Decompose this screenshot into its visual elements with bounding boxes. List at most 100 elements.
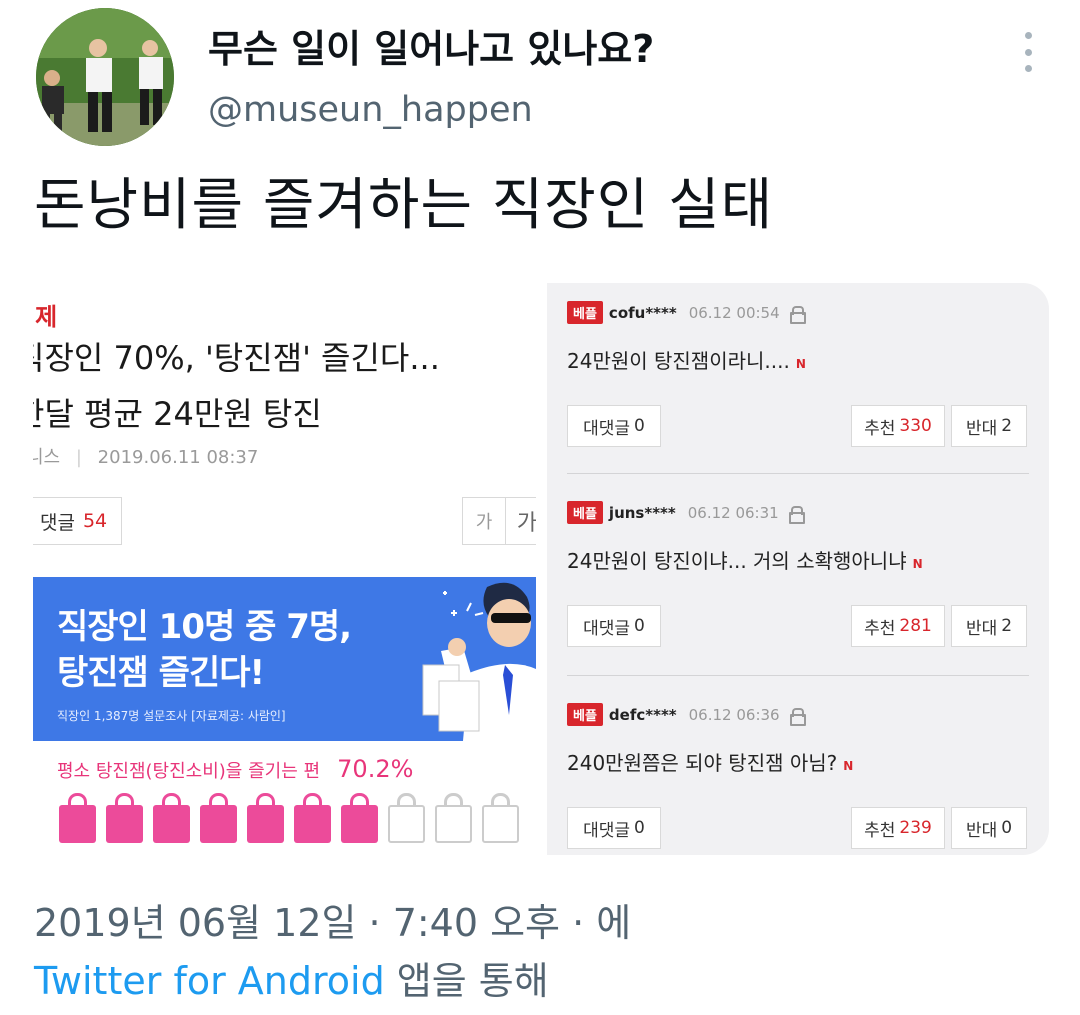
shopping-bag-icon: [153, 793, 190, 843]
font-small-button: 가: [462, 497, 506, 545]
comment-text-content: 240만원쯤은 되야 탕진잼 아님?: [567, 751, 838, 775]
comment-header: 베플 cofu**** 06.12 00:54: [567, 301, 806, 324]
tweet-text: 돈낭비를 즐겨하는 직장인 실태: [34, 173, 774, 238]
bag-body: [435, 805, 472, 843]
reply-count: 0: [634, 416, 645, 436]
reply-button: 대댓글 0: [567, 807, 661, 849]
shopping-bag-icon: [106, 793, 143, 843]
bag-body: [153, 805, 190, 843]
new-mark: N: [843, 759, 854, 773]
font-large-button: 가: [505, 497, 536, 545]
media-image-article[interactable]: 경제 직장인 70%, '탕진잼' 즐긴다... 한달 평균 24만원 탕진 니…: [33, 283, 536, 855]
bag-pictogram: [59, 793, 519, 843]
best-badge: 베플: [567, 501, 603, 524]
banner-source: 직장인 1,387명 설문조사 [자료제공: 사람인]: [57, 709, 286, 723]
article-date: 2019.06.11 08:37: [97, 447, 259, 468]
lock-icon: [789, 707, 806, 726]
bag-body: [200, 805, 237, 843]
more-vertical-icon[interactable]: [1018, 32, 1038, 72]
shopping-bag-icon: [59, 793, 96, 843]
downvote-button: 반대 0: [951, 807, 1027, 849]
dot: [1024, 65, 1032, 72]
tweet-media[interactable]: 경제 직장인 70%, '탕진잼' 즐긴다... 한달 평균 24만원 탕진 니…: [33, 283, 1049, 855]
bag-body: [106, 805, 143, 843]
reply-button: 대댓글 0: [567, 405, 661, 447]
source-suffix: 앱을 통해: [384, 959, 549, 1003]
comment-text: 24만원이 탕진잼이라니.... N: [567, 345, 806, 374]
user-handle[interactable]: @museun_happen: [208, 90, 533, 130]
stat-row: 평소 탕진잼(탕진소비)을 즐기는 편 70.2%: [57, 755, 413, 783]
reply-label: 대댓글: [583, 820, 631, 841]
source-app-link[interactable]: Twitter for Android: [34, 959, 385, 1003]
bag-body: [482, 805, 519, 843]
lock-icon: [788, 505, 805, 524]
tweet-timestamp[interactable]: 2019년 06월 12일 · 7:40 오후 · 에: [34, 892, 631, 947]
upvote-button: 추천 281: [851, 605, 945, 647]
comment-text: 24만원이 탕진이냐... 거의 소확행아니냐 N: [567, 545, 923, 574]
comment-time: 06.12 06:31: [687, 503, 779, 522]
reply-button: 대댓글 0: [567, 605, 661, 647]
downvote-count: 2: [1001, 616, 1013, 636]
downvote-button: 반대 2: [951, 405, 1027, 447]
comment-text: 240만원쯤은 되야 탕진잼 아님? N: [567, 747, 853, 776]
bag-body: [341, 805, 378, 843]
bag-body: [59, 805, 96, 843]
downvote-count: 0: [1001, 818, 1013, 838]
comment-user: defc****: [608, 705, 677, 724]
article-comment-button: 댓글 54: [33, 497, 122, 545]
shopping-bag-icon: [341, 793, 378, 843]
article-category: 경제: [33, 303, 58, 331]
comment-user: cofu****: [608, 303, 677, 322]
reply-count: 0: [634, 818, 645, 838]
comment-label: 댓글: [40, 511, 75, 534]
banner-headline-line2: 탕진잼 즐긴다!: [57, 653, 265, 693]
upvote-button: 추천 239: [851, 807, 945, 849]
stat-value: 70.2%: [337, 755, 414, 783]
shopping-bag-icon: [294, 793, 331, 843]
downvote-label: 반대: [965, 418, 998, 439]
avatar[interactable]: [36, 8, 174, 146]
upvote-count: 330: [899, 416, 932, 436]
reply-label: 대댓글: [583, 418, 631, 439]
banner-headline-line1: 직장인 10명 중 7명,: [57, 607, 352, 647]
dot: [1024, 32, 1032, 39]
comment-header: 베플 juns**** 06.12 06:31: [567, 501, 805, 524]
best-badge: 베플: [567, 301, 603, 324]
reply-count: 0: [634, 616, 645, 636]
comment-divider: [567, 473, 1029, 474]
comment-header: 베플 defc**** 06.12 06:36: [567, 703, 806, 726]
downvote-label: 반대: [965, 618, 998, 639]
downvote-button: 반대 2: [951, 605, 1027, 647]
stat-label: 평소 탕진잼(탕진소비)을 즐기는 편: [57, 761, 321, 782]
new-mark: N: [912, 557, 923, 571]
shopping-bag-icon: [388, 793, 425, 843]
avatar-photo: [36, 8, 174, 146]
upvote-count: 239: [899, 818, 932, 838]
media-image-comments[interactable]: 베플 cofu**** 06.12 00:54 24만원이 탕진잼이라니....…: [547, 283, 1049, 855]
upvote-label: 추천: [864, 820, 896, 841]
tweet-source: Twitter for Android 앱을 통해: [34, 950, 549, 1005]
upvote-label: 추천: [864, 418, 896, 439]
article-source: 니스: [33, 447, 61, 468]
display-name[interactable]: 무슨 일이 일어나고 있나요?: [208, 18, 654, 73]
infographic-banner: 직장인 10명 중 7명, 탕진잼 즐긴다! 직장인 1,387명 설문조사 […: [33, 577, 536, 741]
comment-count: 54: [82, 510, 108, 532]
bag-body: [247, 805, 284, 843]
new-mark: N: [795, 357, 806, 371]
meta-separator: |: [75, 447, 82, 468]
upvote-count: 281: [899, 616, 932, 636]
best-badge: 베플: [567, 703, 603, 726]
comment-time: 06.12 00:54: [688, 303, 780, 322]
downvote-count: 2: [1001, 416, 1013, 436]
article-meta: 니스 | 2019.06.11 08:37: [33, 443, 258, 469]
shopping-bag-icon: [247, 793, 284, 843]
article-title-line1: 직장인 70%, '탕진잼' 즐긴다...: [33, 339, 440, 377]
article-title-line2: 한달 평균 24만원 탕진: [33, 395, 322, 433]
reply-label: 대댓글: [583, 618, 631, 639]
comment-user: juns****: [608, 503, 676, 522]
shopping-bag-icon: [200, 793, 237, 843]
comment-text-content: 24만원이 탕진이냐... 거의 소확행아니냐: [567, 549, 907, 573]
bag-body: [294, 805, 331, 843]
comment-divider: [567, 675, 1029, 676]
comment-text-content: 24만원이 탕진잼이라니....: [567, 349, 790, 373]
